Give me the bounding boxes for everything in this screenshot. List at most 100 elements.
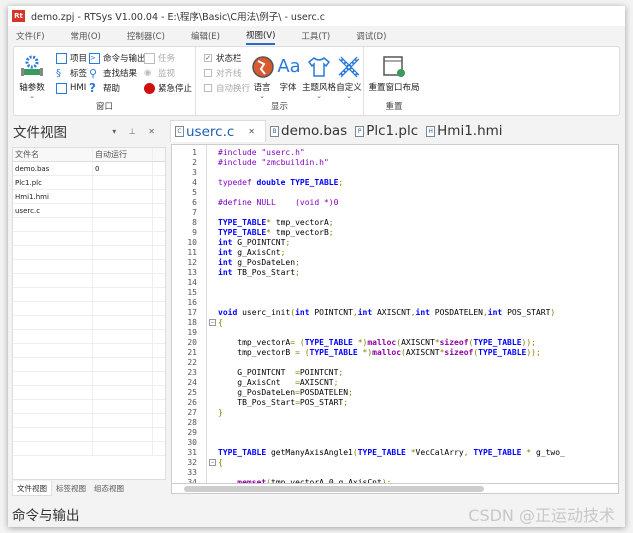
menu-bar: 文件(F) 常用(O) 控制器(C) 编辑(E) 视图(V) 工具(T) 调试(D) <box>8 27 625 45</box>
stop-icon <box>144 82 155 94</box>
editor-tab[interactable]: Bdemo.bas <box>266 120 351 142</box>
line-number: 31 <box>187 448 197 457</box>
table-cell <box>93 330 153 343</box>
auto-wrap-checkbox[interactable]: 自动换行 <box>204 81 250 95</box>
theme-button[interactable]: 主题风格 ⌄ <box>302 55 336 100</box>
code-token: ; <box>295 258 300 267</box>
axis-param-button[interactable]: 轴参数 ⌄ <box>18 55 46 100</box>
table-cell: userc.c <box>13 204 93 217</box>
code-token: int <box>295 308 315 317</box>
fold-toggle-icon[interactable]: − <box>209 319 216 326</box>
menu-item[interactable]: 视图(V) <box>245 27 276 45</box>
file-icon: P <box>355 125 365 137</box>
code-editor[interactable]: 1 #include "userc.h" 2 #include "zmcbuildin… <box>171 144 619 484</box>
code-token: getManyAxisAngle1 <box>270 448 353 457</box>
status-bar-checkbox[interactable]: ✓ 状态栏 <box>204 51 242 65</box>
code-text: G_POINTCNT =POINTCNT; <box>218 368 343 378</box>
close-icon[interactable]: ✕ <box>248 127 255 136</box>
column-header[interactable]: 文件名 <box>13 148 93 161</box>
bottom-tab[interactable]: 文件视图 <box>12 481 52 496</box>
line-number: 3 <box>192 168 197 177</box>
code-token: tmp_vectorB <box>271 228 329 237</box>
table-row[interactable]: Plc1.plc <box>13 176 165 190</box>
code-token: VecCalArry <box>415 448 464 457</box>
scrollbar-thumb[interactable] <box>184 486 484 492</box>
menu-item[interactable]: 文件(F) <box>16 28 45 44</box>
code-token: AXISCNT <box>299 378 334 387</box>
hmi-button[interactable]: HMI <box>56 81 86 95</box>
cmd-output-button[interactable]: > 命令与输出 <box>89 51 146 65</box>
task-button[interactable]: 任务 <box>144 51 175 65</box>
horizontal-scrollbar[interactable] <box>171 484 619 494</box>
code-token: G_POINTCNT <box>237 238 286 247</box>
code-token: tmp_vectorA <box>218 338 291 347</box>
code-token: ; <box>348 388 353 397</box>
menu-item[interactable]: 工具(T) <box>301 28 330 44</box>
code-token: * <box>526 448 536 457</box>
menu-item[interactable]: 调试(D) <box>356 28 386 44</box>
empty-row <box>13 344 165 358</box>
fold-toggle-icon[interactable]: − <box>209 459 216 466</box>
align-line-checkbox[interactable]: 对齐线 <box>204 66 242 80</box>
help-button[interactable]: ? 帮助 <box>89 81 120 95</box>
bottom-tab[interactable]: 组态视图 <box>90 481 128 496</box>
emergency-stop-button[interactable]: 紧急停止 <box>144 81 192 95</box>
code-line: 30 <box>172 438 618 448</box>
code-text: int g_PosDateLen; <box>218 258 300 268</box>
code-token: POSDATELEN <box>434 308 483 317</box>
code-line: 16 <box>172 298 618 308</box>
chevron-down-icon: ⌄ <box>29 92 35 100</box>
label-button[interactable]: § 标签 <box>56 66 87 80</box>
code-line: 4 typedef double TYPE_TABLE; <box>172 178 618 188</box>
code-text: { <box>218 318 223 328</box>
line-number: 15 <box>187 288 197 297</box>
editor-tab[interactable]: P Plc1.plc <box>351 120 422 142</box>
column-header[interactable]: 自动运行 <box>93 148 153 161</box>
code-line: 9 TYPE_TABLE* tmp_vectorB; <box>172 228 618 238</box>
table-cell <box>93 428 153 441</box>
terminal-icon: > <box>89 52 100 64</box>
menu-item[interactable]: 控制器(C) <box>127 28 165 44</box>
task-icon <box>144 52 155 64</box>
line-number: 4 <box>192 178 197 187</box>
table-row[interactable]: userc.c <box>13 204 165 218</box>
code-token: ; <box>285 238 291 247</box>
table-row[interactable]: demo.bas 0 <box>13 162 165 176</box>
line-number: 12 <box>187 258 197 267</box>
empty-row <box>13 442 165 456</box>
font-button[interactable]: Aa 字体 <box>276 55 300 93</box>
line-number: 29 <box>187 428 197 437</box>
code-line: 10 int G_POINTCNT; <box>172 238 618 248</box>
code-line: 22 <box>172 358 618 368</box>
project-button[interactable]: 项目 <box>56 51 87 65</box>
menu-item[interactable]: 编辑(E) <box>191 28 220 44</box>
bottom-tab[interactable]: 标签视图 <box>52 481 90 496</box>
table-cell: Plc1.plc <box>13 176 93 189</box>
code-token: ; <box>343 398 349 407</box>
tab-label: demo.bas <box>281 123 348 139</box>
code-line: 11 int g_AxisCnt; <box>172 248 618 258</box>
code-text: #include "userc.h" <box>218 148 305 158</box>
code-token: , <box>463 448 474 457</box>
find-results-button[interactable]: ⚲ 查找结果 <box>89 66 137 80</box>
table-row[interactable]: Hmi1.hmi <box>13 190 165 204</box>
code-line: 21 tmp_vectorB = (TYPE_TABLE *)malloc(AX… <box>172 348 618 358</box>
code-text: #define NULL (void *)0 <box>218 198 338 208</box>
hmi-icon <box>56 82 67 94</box>
custom-button[interactable]: 自定义 ⌄ <box>336 55 362 100</box>
menu-item[interactable]: 常用(O) <box>71 28 101 44</box>
code-line: 23 G_POINTCNT =POINTCNT; <box>172 368 618 378</box>
editor-tab[interactable]: H Hmi1.hmi <box>422 120 506 142</box>
table-cell <box>93 414 153 427</box>
reset-layout-button[interactable]: 重置窗口布局 <box>366 55 422 93</box>
editor-tab[interactable]: Cuserc.c ✕ <box>170 120 266 142</box>
panel-controls[interactable]: ▾ ⊥ ✕ <box>112 127 160 136</box>
table-cell <box>93 176 153 189</box>
code-token: void <box>218 308 243 317</box>
table-cell <box>93 372 153 385</box>
monitor-button[interactable]: ◉ 监视 <box>144 66 175 80</box>
language-button[interactable]: 语言 ⌄ <box>250 55 274 100</box>
line-number: 27 <box>187 408 197 417</box>
empty-row <box>13 400 165 414</box>
globe-icon <box>252 56 274 78</box>
